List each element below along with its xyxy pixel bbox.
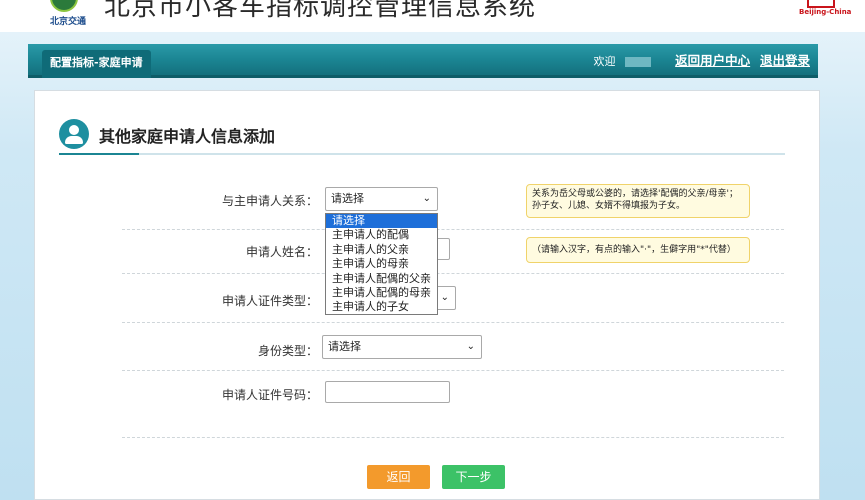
identity-type-select[interactable]: 请选择 ⌄ [322, 335, 482, 359]
row-divider [122, 273, 784, 274]
identity-type-select-value: 请选择 [328, 340, 361, 353]
tab-family-application[interactable]: 配置指标-家庭申请 [42, 50, 151, 78]
relation-select[interactable]: 请选择 ⌄ [325, 187, 438, 211]
welcome-text: 欢迎 [593, 55, 616, 68]
name-label: 申请人姓名： [245, 245, 318, 259]
row-divider [122, 370, 784, 371]
beijing-china-logo: Beijing-China [799, 0, 852, 24]
row-divider [122, 229, 784, 230]
logo-emblem-icon [50, 0, 78, 12]
next-button[interactable]: 下一步 [442, 465, 505, 489]
return-user-center-link[interactable]: 返回用户中心 [675, 53, 750, 68]
name-hint: （请输入汉字，有点的输入"·"，生僻字用"*"代替） [526, 237, 750, 263]
relation-select-value: 请选择 [331, 192, 364, 205]
dropdown-option[interactable]: 主申请人的配偶 [326, 228, 437, 242]
dropdown-option[interactable]: 主申请人的父亲 [326, 243, 437, 257]
dropdown-option[interactable]: 主申请人配偶的母亲 [326, 286, 437, 300]
logout-link[interactable]: 退出登录 [760, 53, 810, 68]
beijing-transport-logo: 北京交通 [38, 0, 94, 28]
top-header: 北京交通 北京市小客车指标调控管理信息系统 Beijing-China [0, 0, 865, 32]
id-number-input[interactable] [325, 381, 450, 403]
identity-type-label: 身份类型： [257, 344, 318, 358]
dropdown-option[interactable]: 请选择 [326, 214, 437, 229]
relation-hint: 关系为岳父母或公婆的，请选择'配偶的父亲/母亲'；孙子女、儿媳、女婿不得填报为子… [526, 184, 750, 218]
relation-label: 与主申请人关系： [221, 194, 318, 208]
beijing-seal-icon [807, 0, 835, 8]
chevron-down-icon: ⌄ [440, 292, 449, 303]
id-type-label: 申请人证件类型： [221, 294, 318, 308]
chevron-down-icon: ⌄ [466, 341, 475, 352]
back-button[interactable]: 返回 [367, 465, 430, 489]
section-title: 其他家庭申请人信息添加 [99, 127, 276, 146]
section-underline [59, 153, 139, 155]
row-divider [122, 322, 784, 323]
navbar: 配置指标-家庭申请 欢迎 返回用户中心 退出登录 [28, 44, 818, 78]
system-title: 北京市小客车指标调控管理信息系统 [104, 0, 537, 22]
logo-text: 北京交通 [49, 17, 86, 27]
relation-dropdown-list[interactable]: 请选择 主申请人的配偶 主申请人的父亲 主申请人的母亲 主申请人配偶的父亲 主申… [325, 213, 438, 315]
chevron-down-icon: ⌄ [422, 193, 431, 204]
id-number-label: 申请人证件号码： [221, 388, 318, 402]
username-redacted [625, 56, 652, 67]
dropdown-option[interactable]: 主申请人配偶的父亲 [326, 272, 437, 286]
user-icon [59, 119, 89, 149]
section-header: 其他家庭申请人信息添加 [59, 119, 785, 155]
row-divider [122, 437, 784, 438]
dropdown-option[interactable]: 主申请人的母亲 [326, 257, 437, 271]
dropdown-option[interactable]: 主申请人的子女 [326, 300, 437, 314]
nav-user-area: 欢迎 返回用户中心 退出登录 [593, 44, 810, 78]
beijing-china-text: Beijing-China [799, 8, 852, 16]
